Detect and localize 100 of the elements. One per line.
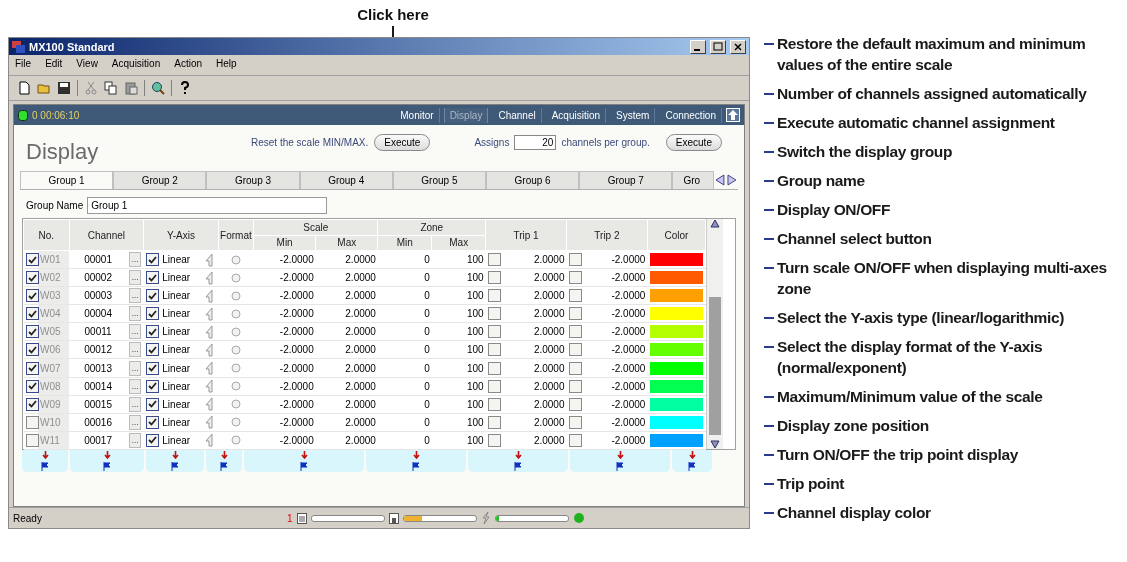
channel-select-button[interactable]: ... [129, 252, 142, 268]
display-checkbox[interactable] [25, 253, 39, 267]
table-cell[interactable]: Linear [162, 398, 191, 410]
arrow-icon[interactable] [103, 451, 111, 460]
trip-checkbox[interactable] [487, 361, 501, 375]
flag-icon[interactable] [688, 461, 696, 471]
copy-icon[interactable] [104, 81, 118, 95]
display-checkbox[interactable] [25, 415, 39, 429]
new-file-icon[interactable] [17, 81, 31, 95]
scale-checkbox[interactable] [145, 307, 159, 321]
display-checkbox[interactable] [25, 361, 39, 375]
trip-checkbox[interactable] [568, 253, 582, 267]
nav-tab[interactable]: Monitor [394, 107, 440, 123]
nav-tab[interactable]: Acquisition [545, 107, 607, 123]
scrollbar[interactable] [706, 219, 723, 449]
column-tool-tab[interactable] [22, 450, 68, 472]
arrow-icon[interactable] [688, 451, 696, 460]
channel-select-button[interactable]: ... [129, 432, 142, 448]
trip-checkbox[interactable] [568, 379, 582, 393]
table-cell[interactable]: Linear [162, 344, 191, 356]
channel-select-button[interactable]: ... [129, 360, 142, 376]
display-checkbox[interactable] [25, 397, 39, 411]
scale-checkbox[interactable] [145, 361, 159, 375]
table-cell[interactable]: Linear [162, 290, 191, 302]
execute-button[interactable]: Execute [374, 134, 431, 151]
channel-select-button[interactable]: ... [129, 324, 142, 340]
display-checkbox[interactable] [25, 307, 39, 321]
menu-item[interactable]: Edit [45, 58, 63, 72]
format-icon[interactable] [230, 397, 241, 412]
trip-checkbox[interactable] [487, 433, 501, 447]
display-checkbox[interactable] [25, 379, 39, 393]
table-cell[interactable]: Linear [162, 326, 191, 338]
format-icon[interactable] [230, 252, 241, 267]
nav-tab[interactable]: Connection [659, 107, 722, 123]
trip-checkbox[interactable] [568, 397, 582, 411]
menu-item[interactable]: Acquisition [111, 58, 161, 72]
flag-icon[interactable] [616, 461, 624, 471]
save-icon[interactable] [57, 81, 71, 95]
display-checkbox[interactable] [25, 325, 39, 339]
nav-tab[interactable]: System [610, 107, 656, 123]
column-tool-tab[interactable] [206, 450, 242, 472]
scale-checkbox[interactable] [145, 343, 159, 357]
trip-checkbox[interactable] [487, 289, 501, 303]
group-tab[interactable]: Group 2 [113, 171, 207, 189]
color-swatch[interactable] [649, 342, 704, 358]
trip-checkbox[interactable] [487, 271, 501, 285]
channel-select-button[interactable]: ... [129, 342, 142, 358]
group-tab[interactable]: Group 6 [486, 171, 580, 189]
flag-icon[interactable] [300, 461, 308, 471]
group-tab[interactable]: Group 7 [579, 171, 673, 189]
menu-item[interactable]: Action [174, 58, 202, 72]
format-icon[interactable] [230, 306, 241, 321]
group-tab[interactable]: Group 3 [206, 171, 300, 189]
arrow-icon[interactable] [171, 451, 179, 460]
trip-checkbox[interactable] [487, 307, 501, 321]
trip-checkbox[interactable] [568, 271, 582, 285]
color-swatch[interactable] [649, 252, 704, 268]
display-checkbox[interactable] [25, 433, 39, 447]
format-icon[interactable] [230, 324, 241, 339]
menu-item[interactable]: View [76, 58, 98, 72]
column-tool-tab[interactable] [672, 450, 712, 472]
scale-checkbox[interactable] [145, 397, 159, 411]
execute-button[interactable]: Execute [665, 134, 722, 151]
arrow-icon[interactable] [220, 451, 228, 460]
color-swatch[interactable] [649, 396, 704, 412]
arrow-icon[interactable] [616, 451, 624, 460]
trip-checkbox[interactable] [487, 379, 501, 393]
magnifier-icon[interactable] [151, 81, 165, 95]
scale-checkbox[interactable] [145, 433, 159, 447]
trip-checkbox[interactable] [487, 253, 501, 267]
flag-icon[interactable] [171, 461, 179, 471]
format-icon[interactable] [230, 433, 241, 448]
channel-count-field[interactable]: 20 [514, 135, 557, 150]
table-cell[interactable]: Linear [162, 254, 191, 266]
arrow-icon[interactable] [514, 451, 522, 460]
trip-checkbox[interactable] [487, 415, 501, 429]
trip-checkbox[interactable] [568, 415, 582, 429]
trip-checkbox[interactable] [487, 397, 501, 411]
display-checkbox[interactable] [25, 271, 39, 285]
color-swatch[interactable] [649, 414, 704, 430]
channel-select-button[interactable]: ... [129, 378, 142, 394]
help-icon[interactable] [178, 81, 192, 95]
group-tab[interactable]: Group 1 [20, 171, 114, 189]
group-tab[interactable]: Gro [672, 171, 715, 189]
table-cell[interactable]: Linear [162, 380, 191, 392]
group-tab[interactable]: Group 5 [392, 171, 486, 189]
scissors-icon[interactable] [84, 81, 98, 95]
color-swatch[interactable] [649, 288, 704, 304]
trip-checkbox[interactable] [568, 325, 582, 339]
channel-select-button[interactable]: ... [129, 414, 142, 430]
format-icon[interactable] [230, 270, 241, 285]
table-cell[interactable]: Linear [162, 272, 191, 284]
color-swatch[interactable] [649, 378, 704, 394]
scale-checkbox[interactable] [145, 271, 159, 285]
flag-icon[interactable] [412, 461, 420, 471]
scroll-right-icon[interactable] [726, 173, 738, 187]
format-icon[interactable] [230, 361, 241, 375]
format-icon[interactable] [230, 288, 241, 303]
scale-checkbox[interactable] [145, 325, 159, 339]
table-cell[interactable]: Linear [162, 416, 191, 428]
